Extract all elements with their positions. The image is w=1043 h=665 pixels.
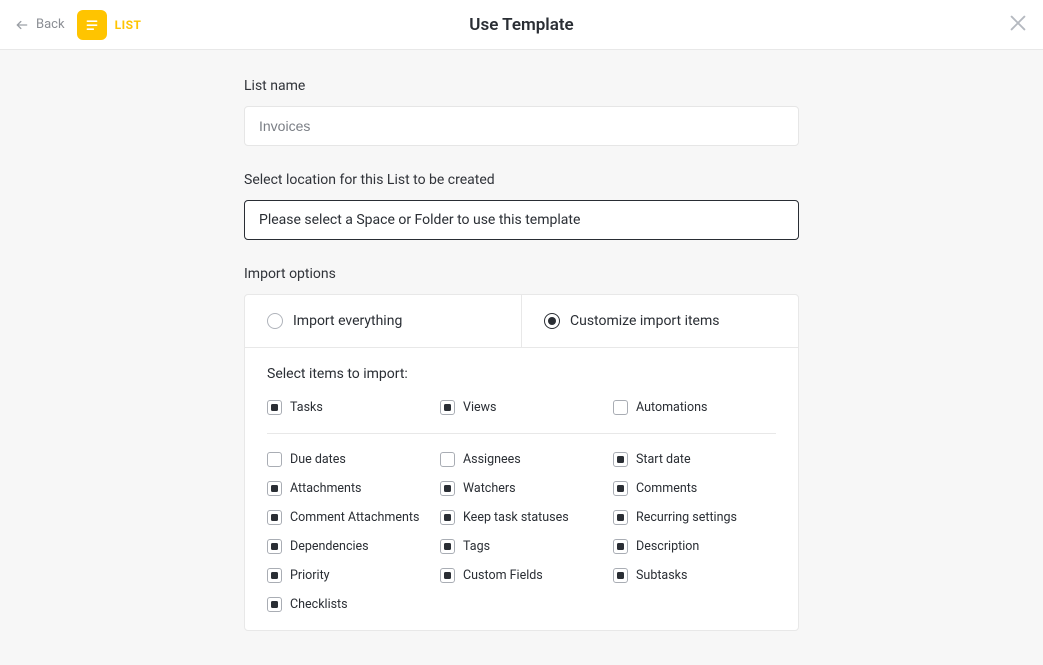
checkbox-label: Custom Fields	[463, 568, 543, 583]
radio-customize-import[interactable]: Customize import items	[522, 295, 798, 347]
list-name-label: List name	[244, 78, 799, 94]
location-select[interactable]: Please select a Space or Folder to use t…	[244, 200, 799, 240]
location-label: Select location for this List to be crea…	[244, 172, 799, 188]
checkbox-box-icon	[440, 510, 455, 525]
checkbox-label: Comment Attachments	[290, 510, 419, 525]
checkbox-attachments[interactable]: Attachments	[267, 481, 430, 496]
checkbox-watchers[interactable]: Watchers	[440, 481, 603, 496]
checkbox-views[interactable]: Views	[440, 400, 603, 415]
import-options-panel: Import everything Customize import items…	[244, 294, 799, 631]
import-radio-row: Import everything Customize import items	[245, 295, 798, 347]
back-button[interactable]: Back	[14, 17, 65, 32]
select-items-label: Select items to import:	[267, 366, 776, 382]
checkbox-box-icon	[267, 481, 282, 496]
checkbox-description[interactable]: Description	[613, 539, 776, 554]
checkbox-label: Description	[636, 539, 699, 554]
radio-icon	[544, 313, 560, 329]
checkbox-recurring_settings[interactable]: Recurring settings	[613, 510, 776, 525]
checkbox-assignees[interactable]: Assignees	[440, 452, 603, 467]
checkbox-grid: Tasks Views Automations Due dates Assignees S…	[267, 400, 776, 612]
checkbox-label: Automations	[636, 400, 707, 415]
checkbox-label: Checklists	[290, 597, 348, 612]
checkbox-box-icon	[267, 568, 282, 583]
checkbox-label: Watchers	[463, 481, 516, 496]
checkbox-box-icon	[267, 510, 282, 525]
checkbox-label: Attachments	[290, 481, 362, 496]
import-options-label: Import options	[244, 266, 799, 282]
checkbox-box-icon	[613, 539, 628, 554]
radio-label-everything: Import everything	[293, 313, 402, 329]
list-icon	[77, 10, 107, 40]
checkbox-box-icon	[440, 481, 455, 496]
checkbox-due_dates[interactable]: Due dates	[267, 452, 430, 467]
checkbox-box-icon	[267, 400, 282, 415]
back-label: Back	[36, 17, 65, 32]
list-name-input[interactable]	[244, 106, 799, 146]
modal-header: Back LIST Use Template	[0, 0, 1043, 50]
checkbox-subtasks[interactable]: Subtasks	[613, 568, 776, 583]
checkbox-box-icon	[267, 452, 282, 467]
checkbox-box-icon	[440, 568, 455, 583]
content-column: List name Select location for this List …	[244, 50, 799, 665]
checkbox-comment_attachments[interactable]: Comment Attachments	[267, 510, 430, 525]
checkbox-label: Tags	[463, 539, 490, 554]
checkbox-comments[interactable]: Comments	[613, 481, 776, 496]
close-icon	[1007, 12, 1029, 34]
location-placeholder: Please select a Space or Folder to use t…	[259, 212, 580, 228]
checkbox-label: Recurring settings	[636, 510, 737, 525]
list-chip-label: LIST	[115, 18, 142, 32]
checkbox-priority[interactable]: Priority	[267, 568, 430, 583]
checkbox-box-icon	[613, 568, 628, 583]
checkbox-label: Assignees	[463, 452, 521, 467]
checkbox-automations[interactable]: Automations	[613, 400, 776, 415]
checkbox-box-icon	[613, 481, 628, 496]
checkbox-tasks[interactable]: Tasks	[267, 400, 430, 415]
radio-icon	[267, 313, 283, 329]
checkbox-tags[interactable]: Tags	[440, 539, 603, 554]
checkbox-label: Dependencies	[290, 539, 369, 554]
checkbox-checklists[interactable]: Checklists	[267, 597, 430, 612]
checkbox-divider	[267, 433, 776, 434]
checkbox-label: Views	[463, 400, 496, 415]
checkbox-keep_task_statuses[interactable]: Keep task statuses	[440, 510, 603, 525]
content-scroll[interactable]: List name Select location for this List …	[0, 50, 1043, 665]
checkbox-label: Priority	[290, 568, 330, 583]
radio-label-customize: Customize import items	[570, 313, 719, 329]
checkbox-custom_fields[interactable]: Custom Fields	[440, 568, 603, 583]
checkbox-start_date[interactable]: Start date	[613, 452, 776, 467]
checkbox-box-icon	[613, 452, 628, 467]
checkbox-box-icon	[613, 400, 628, 415]
list-chip: LIST	[77, 10, 142, 40]
checkbox-label: Subtasks	[636, 568, 687, 583]
checkbox-label: Start date	[636, 452, 691, 467]
checkbox-label: Due dates	[290, 452, 346, 467]
arrow-left-icon	[14, 18, 30, 32]
checkbox-box-icon	[267, 539, 282, 554]
checkbox-box-icon	[613, 510, 628, 525]
close-button[interactable]	[1007, 12, 1029, 38]
checkbox-box-icon	[267, 597, 282, 612]
checkbox-box-icon	[440, 400, 455, 415]
panel-body: Select items to import: Tasks Views Automa…	[245, 348, 798, 630]
checkbox-label: Tasks	[290, 400, 323, 415]
checkbox-label: Keep task statuses	[463, 510, 569, 525]
checkbox-box-icon	[440, 539, 455, 554]
radio-import-everything[interactable]: Import everything	[245, 295, 522, 347]
checkbox-box-icon	[440, 452, 455, 467]
checkbox-dependencies[interactable]: Dependencies	[267, 539, 430, 554]
page-title: Use Template	[469, 15, 573, 35]
checkbox-label: Comments	[636, 481, 697, 496]
